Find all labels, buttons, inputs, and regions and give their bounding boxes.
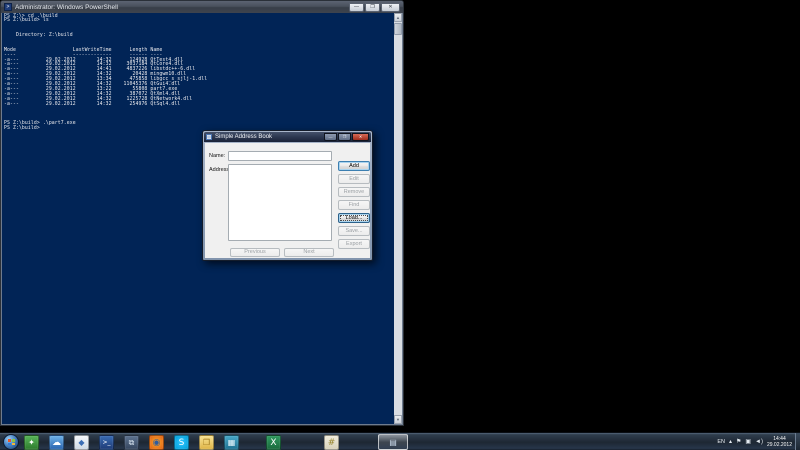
taskbar-remote-desktop-icon[interactable]: ⧉	[124, 435, 139, 450]
taskbar-powershell-icon[interactable]: >_	[99, 435, 114, 450]
taskbar-qt-app-icon[interactable]: #	[324, 435, 339, 450]
powershell-titlebar[interactable]: > Administrator: Windows PowerShell — ❐ …	[1, 1, 403, 13]
close-icon[interactable]: ✕	[381, 3, 400, 12]
volume-icon[interactable]: ◄)	[755, 439, 763, 445]
start-button[interactable]	[3, 434, 19, 450]
language-indicator[interactable]: EN	[717, 439, 725, 445]
address-book-app-icon: ▤	[389, 438, 397, 447]
minimize-button[interactable]: —	[324, 133, 337, 141]
address-book-title: Simple Address Book	[215, 134, 324, 140]
maximize-button[interactable]: ❐	[338, 133, 351, 141]
scrollbar-down-icon[interactable]: ▼	[394, 415, 402, 424]
taskbar-firefox-icon[interactable]: ◉	[149, 435, 164, 450]
maximize-button[interactable]: ❐	[365, 3, 380, 12]
taskbar-excel-icon[interactable]: X	[266, 435, 281, 450]
network-icon[interactable]: ▣	[745, 439, 751, 445]
remove-button[interactable]: Remove	[338, 187, 370, 197]
name-label: Name:	[209, 153, 225, 159]
scrollbar-thumb[interactable]	[394, 23, 402, 35]
taskbar: ✦ ☁ ◆ >_ ⧉ ◉	[0, 432, 800, 450]
scrollbar-up-icon[interactable]: ▲	[394, 13, 402, 22]
clock[interactable]: 14:44 29.02.2012	[767, 436, 792, 448]
taskbar-cloud-app-icon[interactable]: ☁	[49, 435, 64, 450]
close-icon[interactable]: ✕	[352, 133, 369, 141]
address-book-window-icon: ▤	[206, 134, 212, 140]
address-book-titlebar[interactable]: ▤ Simple Address Book — ❐ ✕	[204, 132, 371, 142]
address-input[interactable]	[228, 164, 332, 241]
taskbar-green-app-icon[interactable]: ✦	[24, 435, 39, 450]
add-button[interactable]: Add	[338, 161, 370, 171]
edit-button[interactable]: Edit	[338, 174, 370, 184]
next-button[interactable]: Next	[284, 248, 334, 257]
taskbar-explorer-icon[interactable]: ❒	[199, 435, 214, 450]
show-desktop-button[interactable]	[795, 433, 800, 450]
hidden-icons-chevron-icon[interactable]: ▴	[729, 439, 732, 445]
desktop: > Administrator: Windows PowerShell — ❐ …	[0, 0, 800, 450]
windows-logo-icon	[8, 439, 15, 445]
save-button[interactable]: Save...	[338, 226, 370, 236]
taskbar-pinned-icons: ✦ ☁ ◆ >_ ⧉ ◉	[24, 435, 239, 450]
taskbar-virtualbox-icon[interactable]: ◆	[74, 435, 89, 450]
powershell-window-icon: >	[4, 3, 12, 11]
find-button[interactable]: Find	[338, 200, 370, 210]
powershell-window-title: Administrator: Windows PowerShell	[15, 4, 349, 11]
address-book-taskbar-button[interactable]: ▤	[378, 434, 408, 450]
address-book-window: ▤ Simple Address Book — ❐ ✕ Name: Addres…	[202, 130, 373, 261]
export-button[interactable]: Export	[338, 239, 370, 249]
minimize-button[interactable]: —	[349, 3, 364, 12]
clock-date: 29.02.2012	[767, 442, 792, 448]
taskbar-media-app-icon[interactable]: ▦	[224, 435, 239, 450]
previous-button[interactable]: Previous	[230, 248, 280, 257]
load-button[interactable]: Load...	[338, 213, 370, 223]
system-tray: EN ▴ ⚑ ▣ ◄) 14:44 29.02.2012	[717, 433, 792, 450]
taskbar-skype-icon[interactable]: S	[174, 435, 189, 450]
console-scrollbar[interactable]: ▲ ▼	[394, 13, 402, 424]
address-book-body: Name: Address: Add Edit Remove Find Load…	[205, 143, 370, 258]
action-center-flag-icon[interactable]: ⚑	[736, 439, 741, 445]
name-input[interactable]	[228, 151, 332, 161]
